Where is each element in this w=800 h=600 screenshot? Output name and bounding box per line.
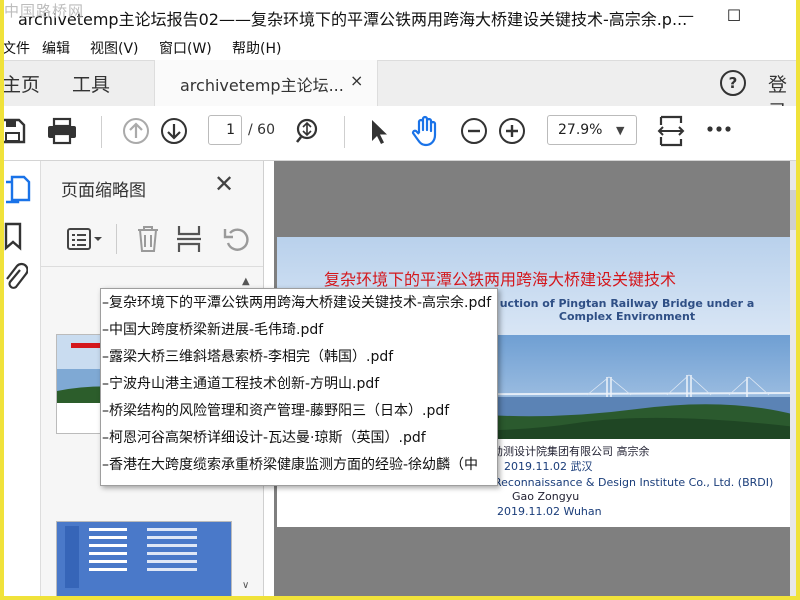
slide-subtitle-en: uction of Pingtan Railway Bridge under a… [499, 297, 755, 323]
panel-separator [41, 266, 263, 267]
menu-window[interactable]: 窗口(W) [159, 38, 212, 58]
tab-bar [4, 60, 796, 107]
watermark: 中国路桥网 [4, 2, 85, 20]
window-title: archivetemp主论坛报告02——复杂环境下的平潭公铁两用跨海大桥建设关键… [18, 10, 688, 29]
scrollbar-thumb[interactable] [790, 190, 796, 230]
popup-item[interactable]: –柯恩河谷高架桥详细设计-瓦达曼·琼斯（英国）.pdf [102, 425, 426, 452]
help-icon[interactable]: ? [720, 70, 746, 96]
organization-en: Reconnaissance & Design Institute Co., L… [494, 476, 774, 489]
zoom-tool-icon[interactable] [294, 117, 322, 145]
page-thumbnails-icon[interactable] [4, 174, 32, 208]
document-tab-label[interactable]: archivetemp主论坛... [180, 72, 344, 96]
close-icon[interactable]: ✕ [214, 170, 234, 198]
popup-item[interactable]: –桥梁结构的风险管理和资产管理-藤野阳三（日本）.pdf [102, 398, 449, 425]
panel-divider [116, 224, 117, 254]
popup-item[interactable]: –中国大跨度桥梁新进展-毛伟琦.pdf [102, 317, 323, 344]
panel-title: 页面缩略图 [61, 181, 146, 201]
date-cn: 2019.11.02 武汉 [504, 460, 593, 473]
toolbar-divider [344, 116, 345, 148]
page-thumbnail-2[interactable] [56, 521, 232, 596]
date-en: 2019.11.02 Wuhan [497, 505, 602, 518]
scroll-down-icon[interactable]: ∨ [242, 580, 249, 591]
popup-item[interactable]: –露梁大桥三维斜塔悬索桥-李相完（韩国）.pdf [102, 344, 393, 371]
next-page-icon[interactable] [160, 117, 188, 145]
bookmark-icon[interactable] [4, 222, 24, 252]
tab-tools[interactable]: 工具 [72, 70, 110, 97]
print-icon[interactable] [46, 116, 78, 146]
zoom-in-icon[interactable] [498, 117, 526, 145]
menu-help[interactable]: 帮助(H) [232, 38, 281, 58]
save-icon[interactable] [4, 116, 28, 146]
menu-edit[interactable]: 编辑 [42, 38, 70, 58]
page-number-input[interactable]: 1 [208, 115, 242, 145]
maximize-button[interactable]: ☐ [714, 4, 754, 28]
attachment-icon[interactable] [4, 262, 28, 294]
popup-item[interactable]: –香港在大跨度缆索承重桥梁健康监测方面的经验-徐幼麟（中 [102, 452, 478, 479]
fit-page-icon[interactable] [656, 114, 686, 148]
select-cursor-icon[interactable] [368, 118, 390, 146]
tab-home[interactable]: 主页 [4, 70, 40, 97]
tab-close-icon[interactable]: × [350, 71, 363, 90]
previous-page-icon[interactable] [122, 117, 150, 145]
popup-item[interactable]: –复杂环境下的平潭公铁两用跨海大桥建设关键技术-高宗余.pdf [102, 290, 491, 317]
popup-item[interactable]: –宁波舟山港主通道工程技术创新-方明山.pdf [102, 371, 379, 398]
organization-cn: 勘测设计院集团有限公司 高宗余 [492, 445, 650, 458]
chevron-down-icon[interactable]: ▼ [616, 124, 624, 137]
more-options-icon[interactable] [706, 124, 732, 134]
author-en: Gao Zongyu [512, 490, 580, 503]
zoom-out-icon[interactable] [460, 117, 488, 145]
scroll-up-icon[interactable]: ▲ [242, 276, 250, 287]
menu-view[interactable]: 视图(V) [90, 38, 139, 58]
file-list-popup: –复杂环境下的平潭公铁两用跨海大桥建设关键技术-高宗余.pdf –中国大跨度桥梁… [100, 288, 498, 486]
app-window: archivetemp主论坛报告02——复杂环境下的平潭公铁两用跨海大桥建设关键… [4, 0, 796, 596]
slide-title: 复杂环境下的平潭公铁两用跨海大桥建设关键技术 [324, 270, 677, 289]
page-total: / 60 [248, 122, 275, 138]
rotate-icon[interactable] [222, 225, 250, 253]
menu-file[interactable]: 文件 [4, 38, 30, 58]
toolbar-divider [101, 116, 102, 148]
delete-icon[interactable] [135, 225, 161, 253]
thumbnail-options-icon[interactable] [66, 226, 104, 252]
extract-pages-icon[interactable] [176, 224, 202, 254]
minimize-button[interactable]: — [666, 4, 706, 28]
hand-tool-icon[interactable] [411, 115, 441, 147]
